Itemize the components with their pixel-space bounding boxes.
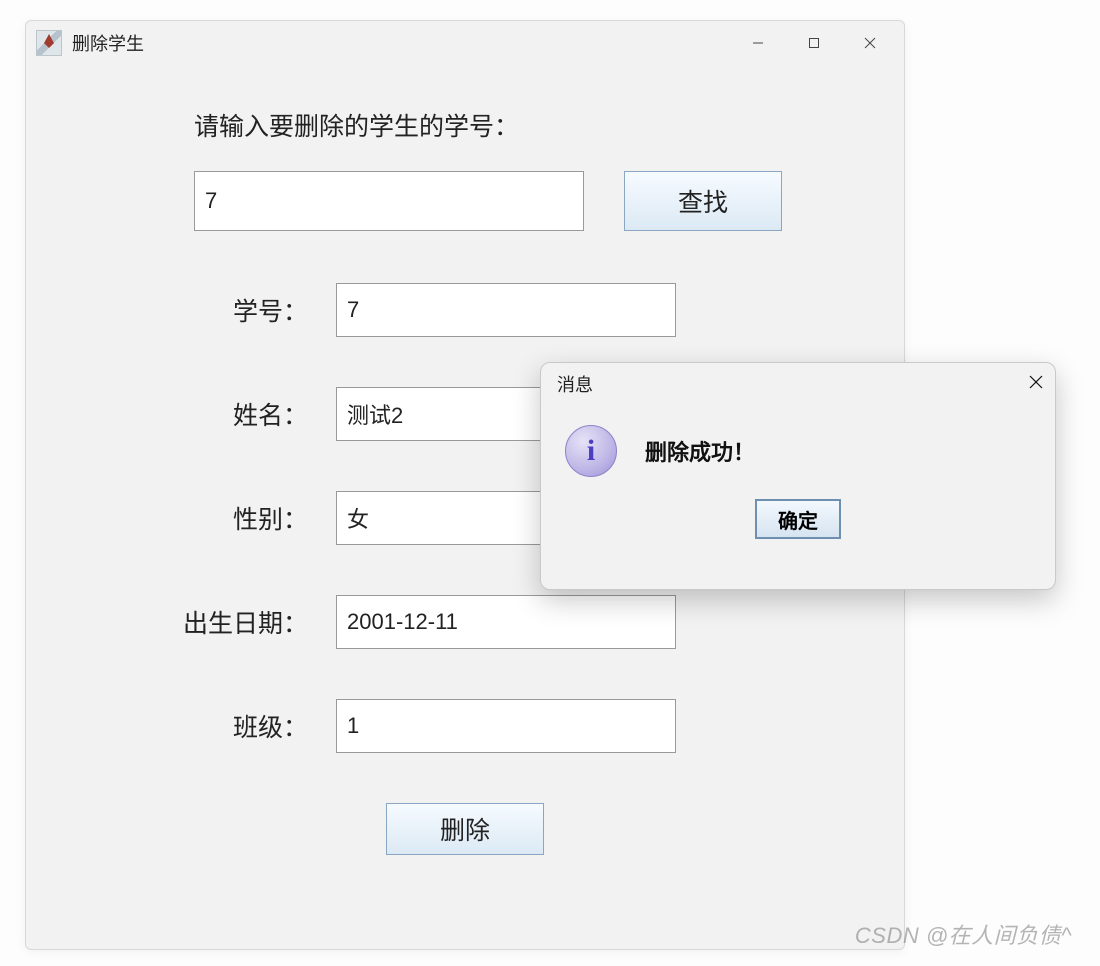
maximize-button[interactable] xyxy=(786,24,842,62)
row-class: 班级： 1 xyxy=(86,699,844,753)
label-birth: 出生日期： xyxy=(86,604,336,640)
app-icon xyxy=(36,30,62,56)
row-birth: 出生日期： 2001-12-11 xyxy=(86,595,844,649)
search-row: 7 查找 xyxy=(194,171,844,231)
label-gender: 性别： xyxy=(86,500,336,536)
field-class[interactable]: 1 xyxy=(336,699,676,753)
minimize-button[interactable] xyxy=(730,24,786,62)
prompt-label: 请输入要删除的学生的学号： xyxy=(194,107,844,143)
ok-button[interactable]: 确定 xyxy=(755,499,841,539)
titlebar: 删除学生 xyxy=(26,21,904,65)
search-input[interactable]: 7 xyxy=(194,171,584,231)
label-student-id: 学号： xyxy=(86,292,336,328)
watermark: CSDN @在人间负债^ xyxy=(855,918,1072,950)
dialog-message: 删除成功！ xyxy=(645,435,755,467)
delete-row: 删除 xyxy=(86,803,844,855)
window-title: 删除学生 xyxy=(72,30,144,56)
search-button[interactable]: 查找 xyxy=(624,171,782,231)
info-icon: i xyxy=(565,425,617,477)
dialog-title: 消息 xyxy=(557,371,593,397)
message-dialog: 消息 i 删除成功！ 确定 xyxy=(540,362,1056,590)
dialog-actions: 确定 xyxy=(541,485,1055,539)
field-student-id[interactable]: 7 xyxy=(336,283,676,337)
close-button[interactable] xyxy=(842,24,898,62)
field-birth[interactable]: 2001-12-11 xyxy=(336,595,676,649)
label-class: 班级： xyxy=(86,708,336,744)
dialog-body: i 删除成功！ xyxy=(541,405,1055,485)
label-name: 姓名： xyxy=(86,396,336,432)
dialog-close-button[interactable] xyxy=(1027,373,1045,396)
dialog-titlebar: 消息 xyxy=(541,363,1055,405)
row-student-id: 学号： 7 xyxy=(86,283,844,337)
delete-button[interactable]: 删除 xyxy=(386,803,544,855)
